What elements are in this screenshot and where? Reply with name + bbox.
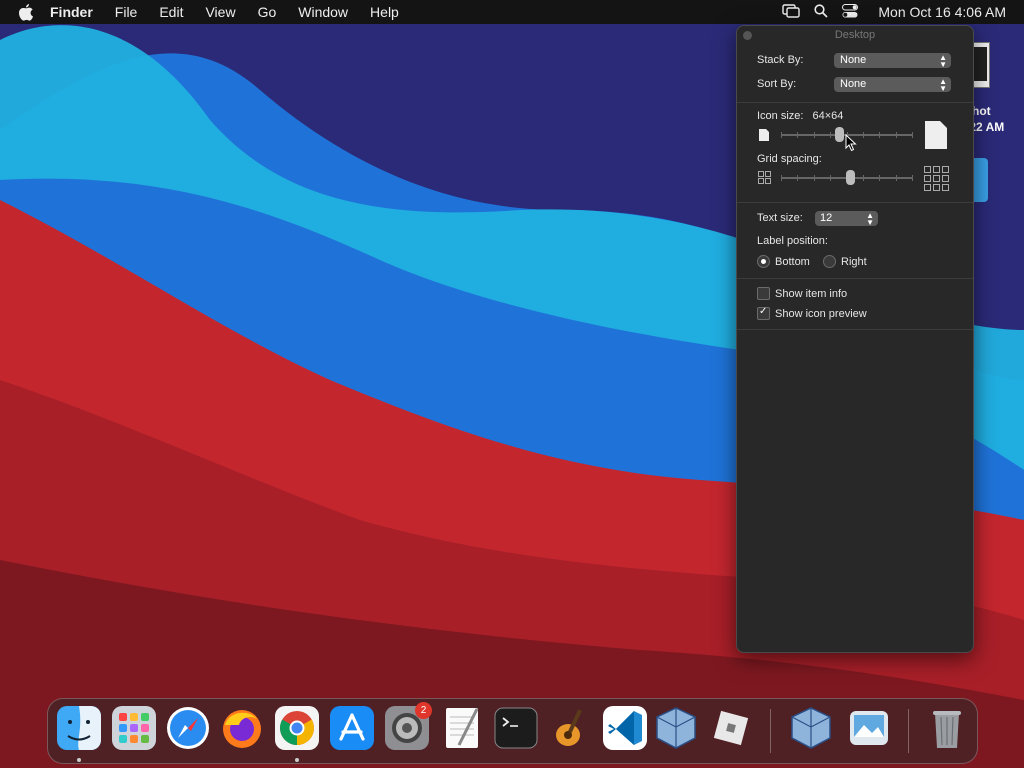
app-store-icon[interactable]	[329, 705, 375, 751]
dock-separator	[908, 709, 909, 753]
virtualbox-icon[interactable]	[788, 705, 834, 751]
radio-bottom-label[interactable]: Bottom	[775, 256, 810, 268]
running-indicator	[77, 758, 81, 762]
stack-by-row: Stack By:	[757, 54, 803, 66]
desktop-view-options-panel: Desktop Stack By: None ▲ ▼ Sort By: None …	[736, 25, 974, 653]
virtualbox-icon[interactable]	[653, 705, 699, 751]
slider-tick	[814, 132, 815, 138]
show-item-info-label[interactable]: Show item info	[775, 288, 847, 300]
icon-size-row: Icon size: 64×64	[757, 110, 843, 122]
small-document-icon	[758, 128, 770, 145]
separator	[737, 329, 973, 330]
slider-tick	[781, 175, 782, 181]
desktop-item-label: hot	[972, 104, 991, 118]
sort-by-label: Sort By:	[757, 78, 797, 90]
chevron-up-down-icon: ▲ ▼	[939, 53, 947, 69]
mouse-cursor-icon	[845, 133, 857, 152]
slider-tick	[797, 132, 798, 138]
slider-tick	[863, 175, 864, 181]
show-icon-preview-checkbox[interactable]	[757, 306, 770, 320]
slider-tick	[912, 132, 913, 138]
garageband-icon[interactable]	[548, 705, 594, 751]
grid-spacing-slider[interactable]	[781, 169, 913, 187]
slider-tick	[896, 132, 897, 138]
menu-go[interactable]: Go	[258, 4, 277, 20]
menu-file[interactable]: File	[115, 4, 138, 20]
radio-bottom[interactable]	[757, 255, 770, 268]
stack-by-value: None	[840, 54, 867, 66]
text-size-label: Text size:	[757, 212, 803, 224]
slider-tick	[879, 175, 880, 181]
slider-tick	[797, 175, 798, 181]
stack-by-popup[interactable]: None ▲ ▼	[834, 53, 951, 69]
label-position-bottom-option[interactable]: Bottom	[757, 255, 810, 268]
separator	[737, 202, 973, 203]
show-item-info-option[interactable]: Show item info	[757, 287, 847, 300]
slider-tick	[781, 132, 782, 138]
show-icon-preview-label[interactable]: Show icon preview	[775, 308, 867, 320]
slider-tick	[879, 132, 880, 138]
terminal-icon[interactable]	[493, 705, 539, 751]
dock: 2	[47, 698, 978, 764]
chrome-icon[interactable]	[274, 705, 320, 751]
sort-by-popup[interactable]: None ▲ ▼	[834, 77, 951, 93]
menu-edit[interactable]: Edit	[159, 4, 183, 20]
sort-by-row: Sort By:	[757, 78, 796, 90]
label-position-right-option[interactable]: Right	[823, 255, 867, 268]
screen-mirroring-icon[interactable]	[782, 3, 801, 21]
icon-size-value: 64×64	[812, 110, 844, 122]
menubar-clock[interactable]: Mon Oct 16 4:06 AM	[878, 4, 1006, 20]
menu-app-name[interactable]: Finder	[50, 4, 93, 20]
stack-by-label: Stack By:	[757, 54, 804, 66]
dock-separator	[770, 709, 771, 753]
menu-help[interactable]: Help	[370, 4, 399, 20]
slider-tick	[912, 175, 913, 181]
panel-title: Desktop	[834, 29, 876, 41]
grid-spacing-label: Grid spacing:	[757, 153, 822, 165]
grid-wide-icon	[924, 166, 949, 194]
apple-menu-icon[interactable]	[18, 3, 36, 21]
notification-badge: 2	[415, 702, 432, 719]
label-position-row: Label position:	[757, 235, 828, 247]
menu-view[interactable]: View	[205, 4, 235, 20]
slider-tick	[814, 175, 815, 181]
sort-by-value: None	[840, 78, 867, 90]
vscode-icon[interactable]	[602, 705, 648, 751]
slider-tick	[863, 132, 864, 138]
safari-icon[interactable]	[165, 705, 211, 751]
separator	[737, 102, 973, 103]
trash-icon[interactable]	[924, 705, 970, 751]
show-icon-preview-option[interactable]: Show icon preview	[757, 306, 867, 320]
roblox-icon[interactable]	[708, 705, 754, 751]
slider-tick	[830, 132, 831, 138]
chevron-up-down-icon: ▲ ▼	[939, 77, 947, 93]
large-document-icon	[924, 120, 948, 153]
text-size-popup[interactable]: 12 ▲ ▼	[815, 211, 878, 227]
grid-tight-icon	[758, 171, 771, 187]
running-indicator	[295, 758, 299, 762]
slider-tick	[896, 175, 897, 181]
text-size-row: Text size:	[757, 212, 803, 224]
grid-spacing-row: Grid spacing:	[757, 153, 822, 165]
icon-size-label: Icon size:	[757, 110, 804, 122]
show-item-info-checkbox[interactable]	[757, 287, 770, 300]
control-center-icon[interactable]	[842, 3, 859, 21]
finder-icon[interactable]	[56, 705, 102, 751]
launchpad-icon[interactable]	[111, 705, 157, 751]
menu-bar: Finder File Edit View Go Window Help Mon…	[0, 0, 1024, 24]
preview-icon[interactable]	[846, 705, 892, 751]
firefox-icon[interactable]	[219, 705, 265, 751]
radio-right[interactable]	[823, 255, 836, 268]
separator	[737, 278, 973, 279]
radio-right-label[interactable]: Right	[841, 256, 867, 268]
chevron-up-down-icon: ▲ ▼	[866, 211, 874, 227]
slider-knob[interactable]	[835, 127, 844, 142]
slider-knob[interactable]	[846, 170, 855, 185]
label-position-label: Label position:	[757, 235, 828, 247]
menu-window[interactable]: Window	[298, 4, 348, 20]
slider-tick	[830, 175, 831, 181]
text-size-value: 12	[820, 212, 833, 224]
spotlight-search-icon[interactable]	[814, 3, 829, 21]
textedit-icon[interactable]	[439, 705, 485, 751]
